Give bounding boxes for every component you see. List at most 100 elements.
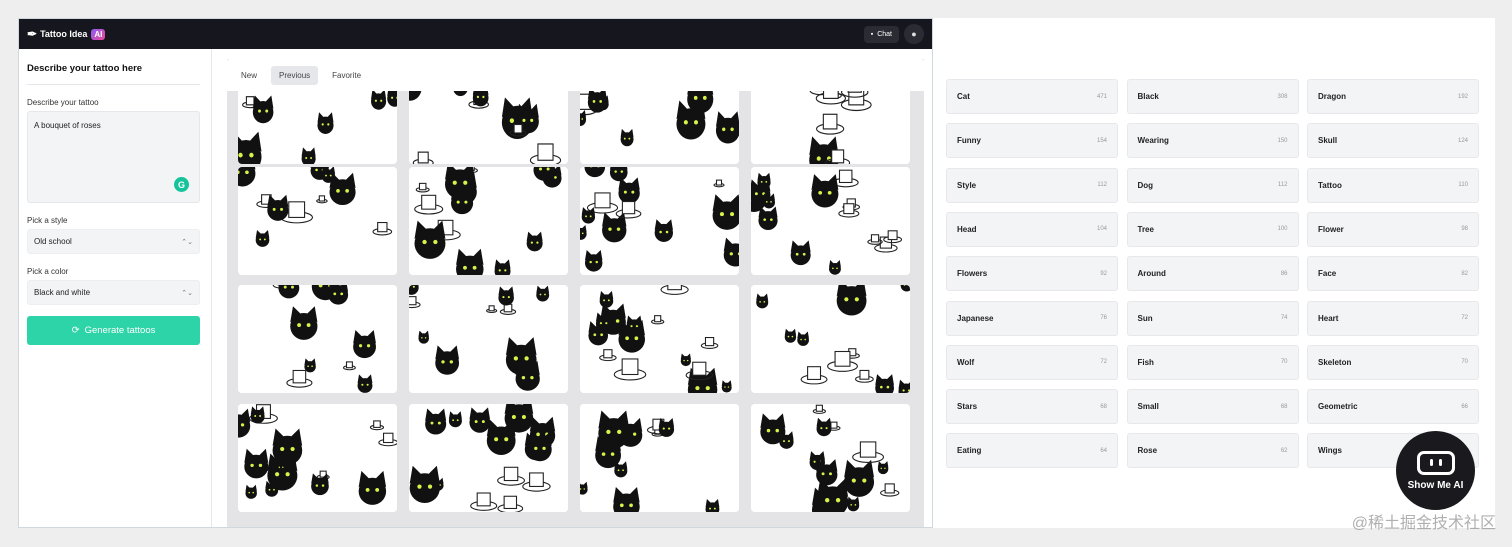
tag-item[interactable]: Wolf 72 [946, 344, 1118, 380]
cat-pattern-image [751, 91, 910, 164]
tattoo-thumbnail[interactable] [751, 285, 910, 393]
tag-name: Geometric [1318, 402, 1358, 412]
tag-item[interactable]: Flowers 92 [946, 256, 1118, 292]
tag-item[interactable]: Heart 72 [1307, 300, 1479, 336]
tag-item[interactable]: Flower 98 [1307, 211, 1479, 247]
tag-item[interactable]: Head 104 [946, 211, 1118, 247]
tattoo-thumbnail[interactable] [238, 285, 397, 393]
tag-item[interactable]: Cat 471 [946, 79, 1118, 114]
style-select[interactable]: Old school ⌃⌄ [27, 229, 200, 254]
tag-item[interactable]: Skull 124 [1307, 123, 1479, 159]
tab-new[interactable]: New [233, 66, 265, 85]
user-icon: ● [911, 29, 917, 39]
describe-label: Describe your tattoo [27, 98, 99, 107]
describe-textarea[interactable]: A bouquet of roses G [27, 111, 200, 203]
tab-previous[interactable]: Previous [271, 65, 319, 85]
cat-pattern-image [580, 167, 739, 275]
generate-label: Generate tattoos [84, 325, 156, 336]
tag-count: 86 [1280, 270, 1288, 277]
tag-name: Wearing [1137, 136, 1169, 146]
tag-item[interactable]: Funny 154 [946, 123, 1118, 159]
brand-name: Tattoo Idea [40, 29, 88, 39]
grammarly-icon[interactable]: G [174, 177, 189, 192]
tag-item[interactable]: Small 68 [1126, 389, 1299, 425]
brand-logo[interactable]: ✒ Tattoo Idea AI [27, 27, 106, 41]
user-avatar-button[interactable]: ● [904, 24, 924, 44]
tattoo-thumbnail[interactable] [409, 404, 568, 512]
refresh-icon: ⟳ [71, 325, 80, 336]
cat-pattern-image [409, 285, 568, 393]
tag-item[interactable]: Geometric 66 [1307, 389, 1479, 425]
tag-item[interactable]: Tree 100 [1126, 211, 1299, 247]
tag-count: 100 [1277, 226, 1288, 233]
tattoo-thumbnail[interactable] [238, 404, 397, 512]
tattoo-thumbnail[interactable] [409, 91, 568, 164]
tattoo-thumbnail[interactable] [580, 167, 739, 275]
tattoo-thumbnail[interactable] [751, 404, 910, 512]
cat-pattern-image [751, 167, 910, 275]
tag-item[interactable]: Style 112 [946, 167, 1118, 203]
tattoo-thumbnail[interactable] [238, 167, 397, 275]
tag-name: Style [957, 180, 977, 190]
tag-count: 70 [1280, 359, 1288, 366]
cat-pattern-image [409, 404, 568, 512]
tag-item[interactable]: Skeleton 70 [1307, 344, 1479, 380]
tag-count: 308 [1277, 93, 1288, 100]
sidebar-title: Describe your tattoo here [27, 49, 200, 85]
tag-item[interactable]: Dragon 192 [1307, 79, 1479, 114]
tag-name: Sun [1137, 313, 1153, 323]
tab-favorite[interactable]: Favorite [324, 66, 369, 85]
tag-name: Japanese [957, 313, 994, 323]
tattoo-machine-icon: ✒ [27, 27, 38, 41]
tag-item[interactable]: Wearing 150 [1126, 123, 1299, 159]
tattoo-thumbnail[interactable] [409, 167, 568, 275]
tag-item[interactable]: Rose 62 [1126, 433, 1299, 469]
tag-item[interactable]: Stars 68 [946, 389, 1118, 425]
tag-count: 82 [1461, 270, 1468, 277]
color-label: Pick a color [27, 267, 69, 276]
tag-item[interactable]: Sun 74 [1126, 300, 1299, 336]
tag-name: Wolf [957, 357, 975, 367]
tag-count: 112 [1097, 182, 1107, 189]
tattoo-thumbnail[interactable] [580, 91, 739, 164]
cat-pattern-image [409, 91, 568, 164]
tag-count: 92 [1100, 270, 1107, 277]
robot-icon [1416, 450, 1455, 475]
cat-pattern-image [580, 404, 739, 512]
tattoo-thumbnail[interactable] [238, 91, 397, 164]
tag-name: Tree [1137, 224, 1154, 234]
cat-pattern-image [751, 404, 910, 512]
tag-count: 70 [1461, 359, 1468, 366]
tag-item[interactable]: Japanese 76 [946, 300, 1118, 336]
tag-name: Eating [957, 446, 982, 456]
chat-label: Chat [877, 30, 892, 38]
tag-count: 192 [1457, 93, 1468, 100]
cat-pattern-image [580, 285, 739, 393]
tag-item[interactable]: Black 308 [1126, 79, 1299, 114]
tag-item[interactable]: Fish 70 [1126, 344, 1299, 380]
tattoo-thumbnail[interactable] [580, 285, 739, 393]
tag-item[interactable]: Face 82 [1307, 256, 1479, 292]
tag-item[interactable]: Dog 112 [1126, 167, 1299, 203]
tag-item[interactable]: Tattoo 110 [1307, 167, 1479, 203]
app-window: ✒ Tattoo Idea AI ▪ Chat ● Describe your … [18, 18, 933, 528]
tattoo-thumbnail[interactable] [751, 167, 910, 275]
cat-pattern-image [238, 167, 397, 275]
style-label: Pick a style [27, 216, 68, 225]
chevron-updown-icon: ⌃⌄ [181, 289, 193, 297]
generate-tattoos-button[interactable]: ⟳ Generate tattoos [27, 316, 200, 345]
tattoo-thumbnail[interactable] [751, 91, 910, 164]
tattoo-thumbnail[interactable] [409, 285, 568, 393]
tag-count: 150 [1277, 137, 1288, 144]
chat-button[interactable]: ▪ Chat [863, 25, 899, 43]
tattoo-thumbnail[interactable] [580, 404, 739, 512]
color-select[interactable]: Black and white ⌃⌄ [27, 280, 200, 305]
tag-item[interactable]: Eating 64 [946, 433, 1118, 469]
show-me-ai-badge[interactable]: Show Me AI [1396, 431, 1475, 510]
style-value: Old school [34, 237, 72, 246]
tag-item[interactable]: Around 86 [1126, 256, 1299, 292]
cat-pattern-image [238, 285, 397, 393]
tag-name: Heart [1318, 313, 1339, 323]
cat-pattern-image [238, 404, 397, 512]
tag-count: 112 [1277, 182, 1288, 189]
